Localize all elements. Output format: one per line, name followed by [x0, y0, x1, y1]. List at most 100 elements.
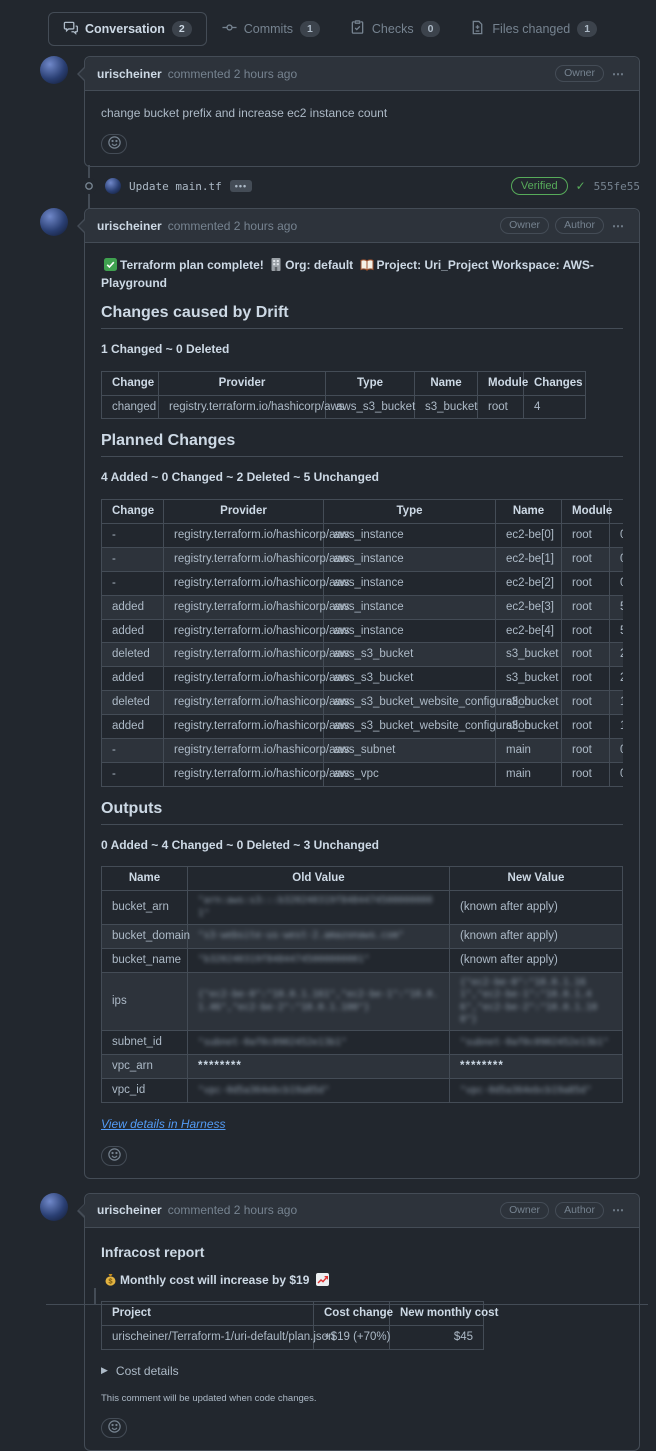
verified-badge[interactable]: Verified [511, 177, 568, 195]
old-value: {"ec2-be-0":"10.0.1.161","ec2-be-1":"10.… [198, 989, 439, 1014]
cell-changes: 2 [610, 667, 624, 691]
planned-section-title: Planned Changes [101, 432, 623, 457]
kebab-menu-icon[interactable]: ⋯ [610, 219, 627, 233]
cell-name: ec2-be[3] [496, 595, 562, 619]
comment-timestamp: commented 2 hours ago [168, 219, 297, 233]
cell-provider: registry.terraform.io/hashicorp/aws [164, 715, 324, 739]
avatar[interactable] [40, 1193, 68, 1221]
cell-changes: 10 [610, 691, 624, 715]
cell-output-name: ips [102, 972, 188, 1030]
cell-module: root [478, 395, 524, 419]
table-row: added registry.terraform.io/hashicorp/aw… [102, 715, 624, 739]
update-note: This comment will be updated when code c… [101, 1392, 623, 1406]
cell-provider: registry.terraform.io/hashicorp/aws [164, 691, 324, 715]
tab-counter: 2 [172, 21, 192, 37]
cell-name: s3_bucket [496, 667, 562, 691]
cell-output-name: bucket_name [102, 949, 188, 973]
commit-sha-link[interactable]: 555fe55 [594, 180, 640, 193]
add-reaction-button[interactable] [101, 1146, 127, 1166]
cell-changes: 0 [610, 763, 624, 787]
cell-new-value: (known after apply) [450, 949, 623, 973]
cell-change: deleted [102, 643, 164, 667]
old-value: ******** [198, 1060, 242, 1072]
cell-output-name: vpc_arn [102, 1055, 188, 1079]
cell-type: aws_subnet [324, 739, 496, 763]
cell-new-value: "vpc-0d5a364ebcb19a85d" [450, 1079, 623, 1103]
cell-output-name: bucket_domain [102, 925, 188, 949]
comment-header: urischeiner commented 2 hours ago Owner … [85, 1194, 639, 1228]
cell-change: added [102, 667, 164, 691]
plan-summary-line: Terraform plan complete! Org: default Pr… [101, 257, 623, 292]
planned-table: Change Provider Type Name Module Changes [101, 499, 623, 787]
new-value: (known after apply) [460, 930, 558, 942]
tab-checks[interactable]: Checks 0 [335, 12, 456, 46]
avatar[interactable] [40, 208, 68, 236]
drift-table: Change Provider Type Name Module Changes… [101, 371, 586, 420]
cell-module: root [562, 643, 610, 667]
table-row: urischeiner/Terraform-1/uri-default/plan… [102, 1325, 484, 1349]
new-value: "subnet-0af0c0902452e13b1" [460, 1037, 612, 1049]
timeline-commit: Update main.tf ••• Verified ✓ 555fe55 [40, 176, 640, 196]
triangle-right-icon: ▶ [101, 1365, 108, 1376]
owner-badge: Owner [500, 217, 549, 234]
tab-conversation[interactable]: Conversation 2 [48, 12, 207, 46]
cell-name: main [496, 739, 562, 763]
cell-type: aws_instance [324, 619, 496, 643]
open-book-emoji-icon [360, 259, 374, 271]
tab-commits[interactable]: Commits 1 [207, 12, 335, 46]
table-row: - registry.terraform.io/hashicorp/aws aw… [102, 739, 624, 763]
cell-change: - [102, 547, 164, 571]
cell-output-name: subnet_id [102, 1031, 188, 1055]
cost-details-toggle[interactable]: ▶ Cost details [101, 1364, 623, 1378]
tab-files-changed[interactable]: Files changed 1 [455, 12, 612, 46]
check-icon: ✓ [576, 179, 586, 193]
kebab-menu-icon[interactable]: ⋯ [610, 1203, 627, 1217]
add-reaction-button[interactable] [101, 134, 127, 154]
table-header-row: Project Cost change New monthly cost [102, 1301, 484, 1325]
cell-old-value: "b320240319f84844745000000001" [188, 949, 450, 973]
comment-timestamp: commented 2 hours ago [168, 1203, 297, 1217]
cell-provider: registry.terraform.io/hashicorp/aws [164, 763, 324, 787]
cell-module: root [562, 715, 610, 739]
comment-header: urischeiner commented 2 hours ago Owner … [85, 209, 639, 243]
planned-table-scroll[interactable]: Change Provider Type Name Module Changes [101, 499, 623, 787]
add-reaction-button[interactable] [101, 1418, 127, 1438]
author-link[interactable]: urischeiner [97, 219, 162, 233]
cell-new-value: {"ec2-be-0":"10.0.1.161","ec2-be-1":"10.… [450, 972, 623, 1030]
cell-cost-change: +$19 (+70%) [314, 1325, 390, 1349]
tab-label: Commits [244, 22, 293, 36]
cell-provider: registry.terraform.io/hashicorp/aws [164, 667, 324, 691]
comment-box: urischeiner commented 2 hours ago Owner … [84, 56, 640, 167]
view-details-link[interactable]: View details in Harness [101, 1117, 226, 1131]
timeline-comment-2: urischeiner commented 2 hours ago Owner … [40, 208, 640, 1178]
cell-type: aws_s3_bucket_website_configuration [324, 691, 496, 715]
cell-old-value: "s3-website-us-west-2.amazonaws.com" [188, 925, 450, 949]
infracost-title: Infracost report [101, 1244, 623, 1260]
cell-type: aws_instance [324, 547, 496, 571]
money-bag-emoji-icon: $ [104, 1273, 117, 1286]
cell-name: ec2-be[4] [496, 619, 562, 643]
author-link[interactable]: urischeiner [97, 67, 162, 81]
table-row: added registry.terraform.io/hashicorp/aw… [102, 667, 624, 691]
cell-provider: registry.terraform.io/hashicorp/aws [164, 547, 324, 571]
commit-message-link[interactable]: Update main.tf [129, 180, 222, 193]
cell-old-value: {"ec2-be-0":"10.0.1.161","ec2-be-1":"10.… [188, 972, 450, 1030]
cell-changes: 0 [610, 547, 624, 571]
kebab-menu-icon[interactable]: ⋯ [610, 67, 627, 81]
author-link[interactable]: urischeiner [97, 1203, 162, 1217]
pr-conversation-page: Conversation 2 Commits 1 Checks 0 [0, 0, 656, 1451]
avatar[interactable] [40, 56, 68, 84]
cell-changes: 0 [610, 739, 624, 763]
comment-box: urischeiner commented 2 hours ago Owner … [84, 208, 640, 1178]
table-row: added registry.terraform.io/hashicorp/aw… [102, 619, 624, 643]
old-value: "subnet-0af0c0902452e13b1" [198, 1037, 439, 1049]
new-value: ******** [460, 1060, 504, 1072]
checklist-icon [350, 20, 365, 38]
commit-expander-icon[interactable]: ••• [230, 180, 252, 192]
cell-module: root [562, 619, 610, 643]
avatar[interactable] [105, 178, 121, 194]
cell-changes: 0 [610, 571, 624, 595]
table-row: bucket_name "b320240319f8484474500000000… [102, 949, 623, 973]
timeline-comment-3: urischeiner commented 2 hours ago Owner … [40, 1193, 640, 1451]
chart-increasing-emoji-icon [316, 1273, 329, 1286]
